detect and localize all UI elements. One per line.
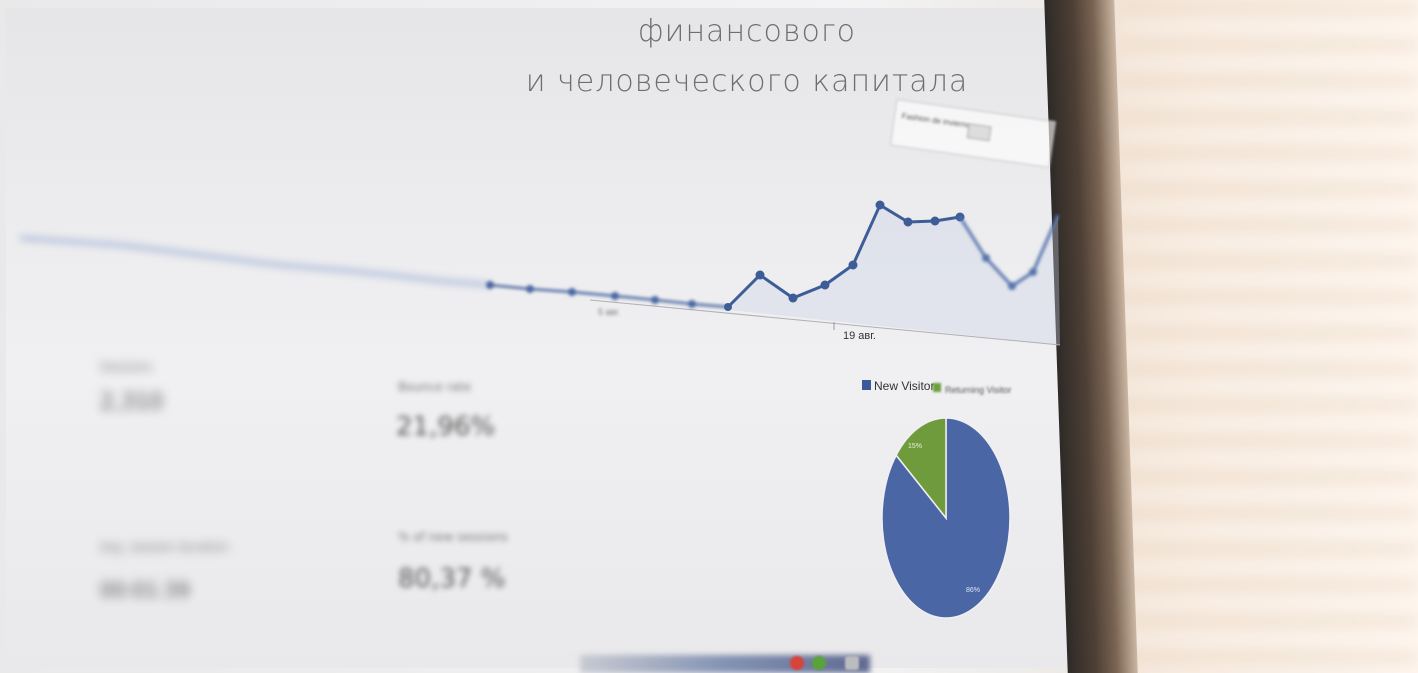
legend-swatch-returning-visitor (933, 383, 941, 392)
data-point (688, 300, 696, 308)
app-icon (790, 656, 804, 670)
legend-swatch-new-visitor (862, 380, 871, 390)
pie-slice-label: 86% (966, 587, 980, 594)
data-point (788, 293, 798, 303)
headline-line-2: и человеческого капитала (525, 64, 969, 99)
data-point (611, 292, 619, 300)
legend-returning: Returning Visitor (933, 383, 1011, 395)
data-point (651, 296, 659, 304)
data-point (1029, 268, 1037, 276)
pie-chart: 15% 86% (881, 417, 1011, 619)
pie-slice-label: 15% (908, 443, 922, 450)
line-series-faded (19, 236, 491, 287)
trash-icon (845, 656, 859, 670)
data-point (982, 254, 990, 262)
data-point (930, 216, 940, 226)
data-point (526, 285, 534, 293)
line-area (730, 205, 1060, 345)
data-point (755, 270, 765, 280)
legend-label-returning-visitor: Returning Visitor (945, 385, 1011, 395)
photo-scene: Sessions 2,310 Bounce rate 21,96% Avg. s… (0, 0, 1418, 673)
data-point (724, 303, 732, 311)
data-point (820, 280, 830, 290)
line-series-mid (486, 281, 729, 309)
data-point (1008, 282, 1016, 290)
data-point (568, 288, 576, 296)
data-point (875, 200, 885, 210)
app-icon (812, 656, 826, 670)
legend-label-new-visitor: New Visitor (874, 379, 934, 393)
date-range-toolbar: Fashion de invierno (889, 98, 1056, 168)
x-axis-date-label-faint: 5 авг. (598, 307, 620, 317)
screen-charts: 19 авг. 5 авг. Fashion de invierno New V… (19, 98, 1061, 619)
os-dock (580, 655, 870, 673)
data-point (848, 260, 858, 270)
data-point (903, 217, 913, 227)
data-point (486, 281, 494, 289)
headline-line-1: финансового (638, 14, 856, 49)
x-axis-date-label: 19 авг. (843, 330, 876, 342)
